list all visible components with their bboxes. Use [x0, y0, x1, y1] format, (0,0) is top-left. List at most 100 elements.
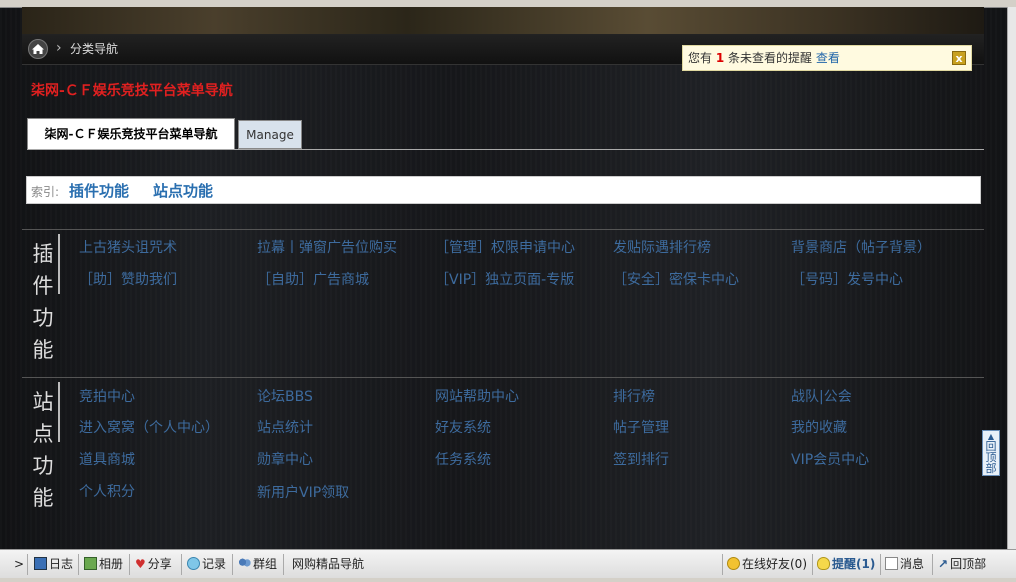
- home-icon[interactable]: [28, 39, 48, 59]
- toolbar-top-label: 回顶部: [950, 557, 987, 571]
- plugin-link[interactable]: 上古猪头诅咒术: [79, 237, 177, 257]
- site-link[interactable]: 进入窝窝（个人中心）: [79, 417, 219, 437]
- plugin-title-char: 插: [32, 242, 54, 266]
- site-section-title: 站 点 功 能: [28, 386, 58, 514]
- toolbar-separator: [880, 554, 881, 575]
- section-divider: [22, 377, 984, 378]
- toolbar-separator: [932, 554, 933, 575]
- toolbar-album-button[interactable]: 相册: [84, 550, 123, 579]
- page-title: 柒网-ＣＦ娱乐竞技平台菜单导航: [31, 83, 233, 99]
- toolbar-remind-label: 提醒(1): [832, 557, 876, 571]
- friends-icon: [727, 557, 740, 570]
- section-divider: [22, 229, 984, 230]
- site-link[interactable]: 站点统计: [257, 417, 313, 437]
- toolbar-friends-label: 在线好友(0): [742, 557, 807, 571]
- site-link[interactable]: 我的收藏: [791, 417, 847, 437]
- site-link[interactable]: 勋章中心: [257, 449, 313, 469]
- notice-view-link[interactable]: 查看: [816, 51, 840, 65]
- toolbar-expand-button[interactable]: >: [14, 550, 24, 579]
- plugin-link[interactable]: 拉幕丨弹窗广告位购买: [257, 237, 397, 257]
- notice-suffix: 条未查看的提醒: [728, 51, 813, 65]
- index-link-plugin[interactable]: 插件功能: [69, 180, 129, 201]
- toolbar-share-button[interactable]: ♥ 分享: [135, 550, 172, 579]
- plugin-title-char: 功: [32, 306, 54, 330]
- toolbar-separator: [27, 554, 28, 575]
- blog-icon: [34, 557, 47, 570]
- plugin-link[interactable]: ［安全］密保卡中心: [613, 269, 739, 289]
- site-link[interactable]: VIP会员中心: [791, 449, 869, 469]
- site-title-char: 站: [32, 390, 54, 414]
- back-to-top-label: 回顶部: [985, 440, 997, 475]
- site-title-char: 功: [32, 454, 54, 478]
- toolbar-group-label: 群组: [253, 557, 278, 571]
- close-icon[interactable]: x: [952, 51, 966, 65]
- site-title-char: 能: [32, 486, 54, 510]
- notice-count: 1: [715, 51, 725, 65]
- toolbar-messages-label: 消息: [900, 557, 925, 571]
- site-link[interactable]: 帖子管理: [613, 417, 669, 437]
- toolbar-remind-button[interactable]: 提醒(1): [817, 550, 875, 579]
- site-link[interactable]: 论坛BBS: [257, 386, 313, 406]
- plugin-link[interactable]: ［管理］权限申请中心: [435, 237, 575, 257]
- toolbar-blog-label: 日志: [49, 557, 74, 571]
- toolbar-separator: [283, 554, 284, 575]
- speech-bubble-icon: [187, 557, 200, 570]
- site-link[interactable]: 排行榜: [613, 386, 655, 406]
- toolbar-album-label: 相册: [99, 557, 124, 571]
- chevron-right-icon: ›: [56, 40, 62, 56]
- site-link[interactable]: 任务系统: [435, 449, 491, 469]
- bottom-toolbar: > 日志 相册 ♥ 分享 记录 群组 网购精品导航 在线好友(0) 提醒(1) 消…: [0, 549, 1016, 579]
- plugin-link[interactable]: ［VIP］独立页面-专版: [435, 269, 574, 289]
- index-link-site[interactable]: 站点功能: [153, 180, 213, 201]
- toolbar-messages-button[interactable]: 消息: [885, 550, 924, 579]
- arrow-up-icon: ↗: [938, 557, 949, 571]
- plugin-section-title: 插 件 功 能: [28, 238, 58, 366]
- toolbar-separator: [232, 554, 233, 575]
- site-link[interactable]: 战队|公会: [791, 386, 852, 406]
- site-link[interactable]: 道具商城: [79, 449, 135, 469]
- back-to-top-button[interactable]: ▲ 回顶部: [982, 430, 1000, 476]
- toolbar-shopping-nav-link[interactable]: 网购精品导航: [292, 550, 364, 579]
- toolbar-record-button[interactable]: 记录: [187, 550, 226, 579]
- site-title-char: 点: [32, 422, 54, 446]
- bulb-icon: [817, 557, 830, 570]
- plugin-title-char: 能: [32, 338, 54, 362]
- toolbar-share-label: 分享: [147, 557, 172, 571]
- index-label: 索引:: [31, 185, 60, 199]
- toolbar-top-button[interactable]: ↗ 回顶部: [938, 550, 986, 579]
- site-link[interactable]: 网站帮助中心: [435, 386, 519, 406]
- plugin-link[interactable]: 背景商店（帖子背景）: [791, 237, 931, 257]
- tab-menu-nav[interactable]: 柒网-ＣＦ娱乐竞技平台菜单导航: [27, 118, 235, 149]
- vertical-scrollbar[interactable]: [1007, 7, 1016, 549]
- toolbar-separator: [78, 554, 79, 575]
- toolbar-group-button[interactable]: 群组: [238, 550, 277, 579]
- plugin-link[interactable]: ［自助］广告商城: [257, 269, 369, 289]
- toolbar-separator: [722, 554, 723, 575]
- toolbar-blog-button[interactable]: 日志: [34, 550, 73, 579]
- site-link[interactable]: 签到排行: [613, 449, 669, 469]
- site-link[interactable]: 新用户VIP领取: [257, 482, 349, 502]
- toolbar-separator: [181, 554, 182, 575]
- plugin-link[interactable]: ［助］赞助我们: [79, 269, 177, 289]
- notice-prefix: 您有: [688, 51, 713, 65]
- site-link[interactable]: 竞拍中心: [79, 386, 135, 406]
- window-bottom-border: [0, 578, 1016, 582]
- site-link[interactable]: 好友系统: [435, 417, 491, 437]
- toolbar-online-friends-button[interactable]: 在线好友(0): [727, 550, 807, 579]
- toolbar-record-label: 记录: [202, 557, 227, 571]
- tab-manage[interactable]: Manage: [238, 120, 302, 149]
- heart-icon: ♥: [135, 557, 146, 571]
- breadcrumb-current[interactable]: 分类导航: [70, 40, 118, 57]
- tab-divider: [27, 149, 984, 150]
- plugin-title-char: 件: [32, 274, 54, 298]
- index-bar: 索引: 插件功能 站点功能: [26, 176, 981, 204]
- plugin-link[interactable]: ［号码］发号中心: [791, 269, 903, 289]
- plugin-link[interactable]: 发贴际遇排行榜: [613, 237, 711, 257]
- toolbar-separator: [812, 554, 813, 575]
- album-icon: [84, 557, 97, 570]
- toolbar-separator: [129, 554, 130, 575]
- reminder-notice: 您有 1 条未查看的提醒 查看 x: [682, 45, 972, 71]
- site-link[interactable]: 个人积分: [79, 481, 135, 501]
- envelope-icon: [885, 557, 898, 570]
- group-icon: [238, 557, 251, 570]
